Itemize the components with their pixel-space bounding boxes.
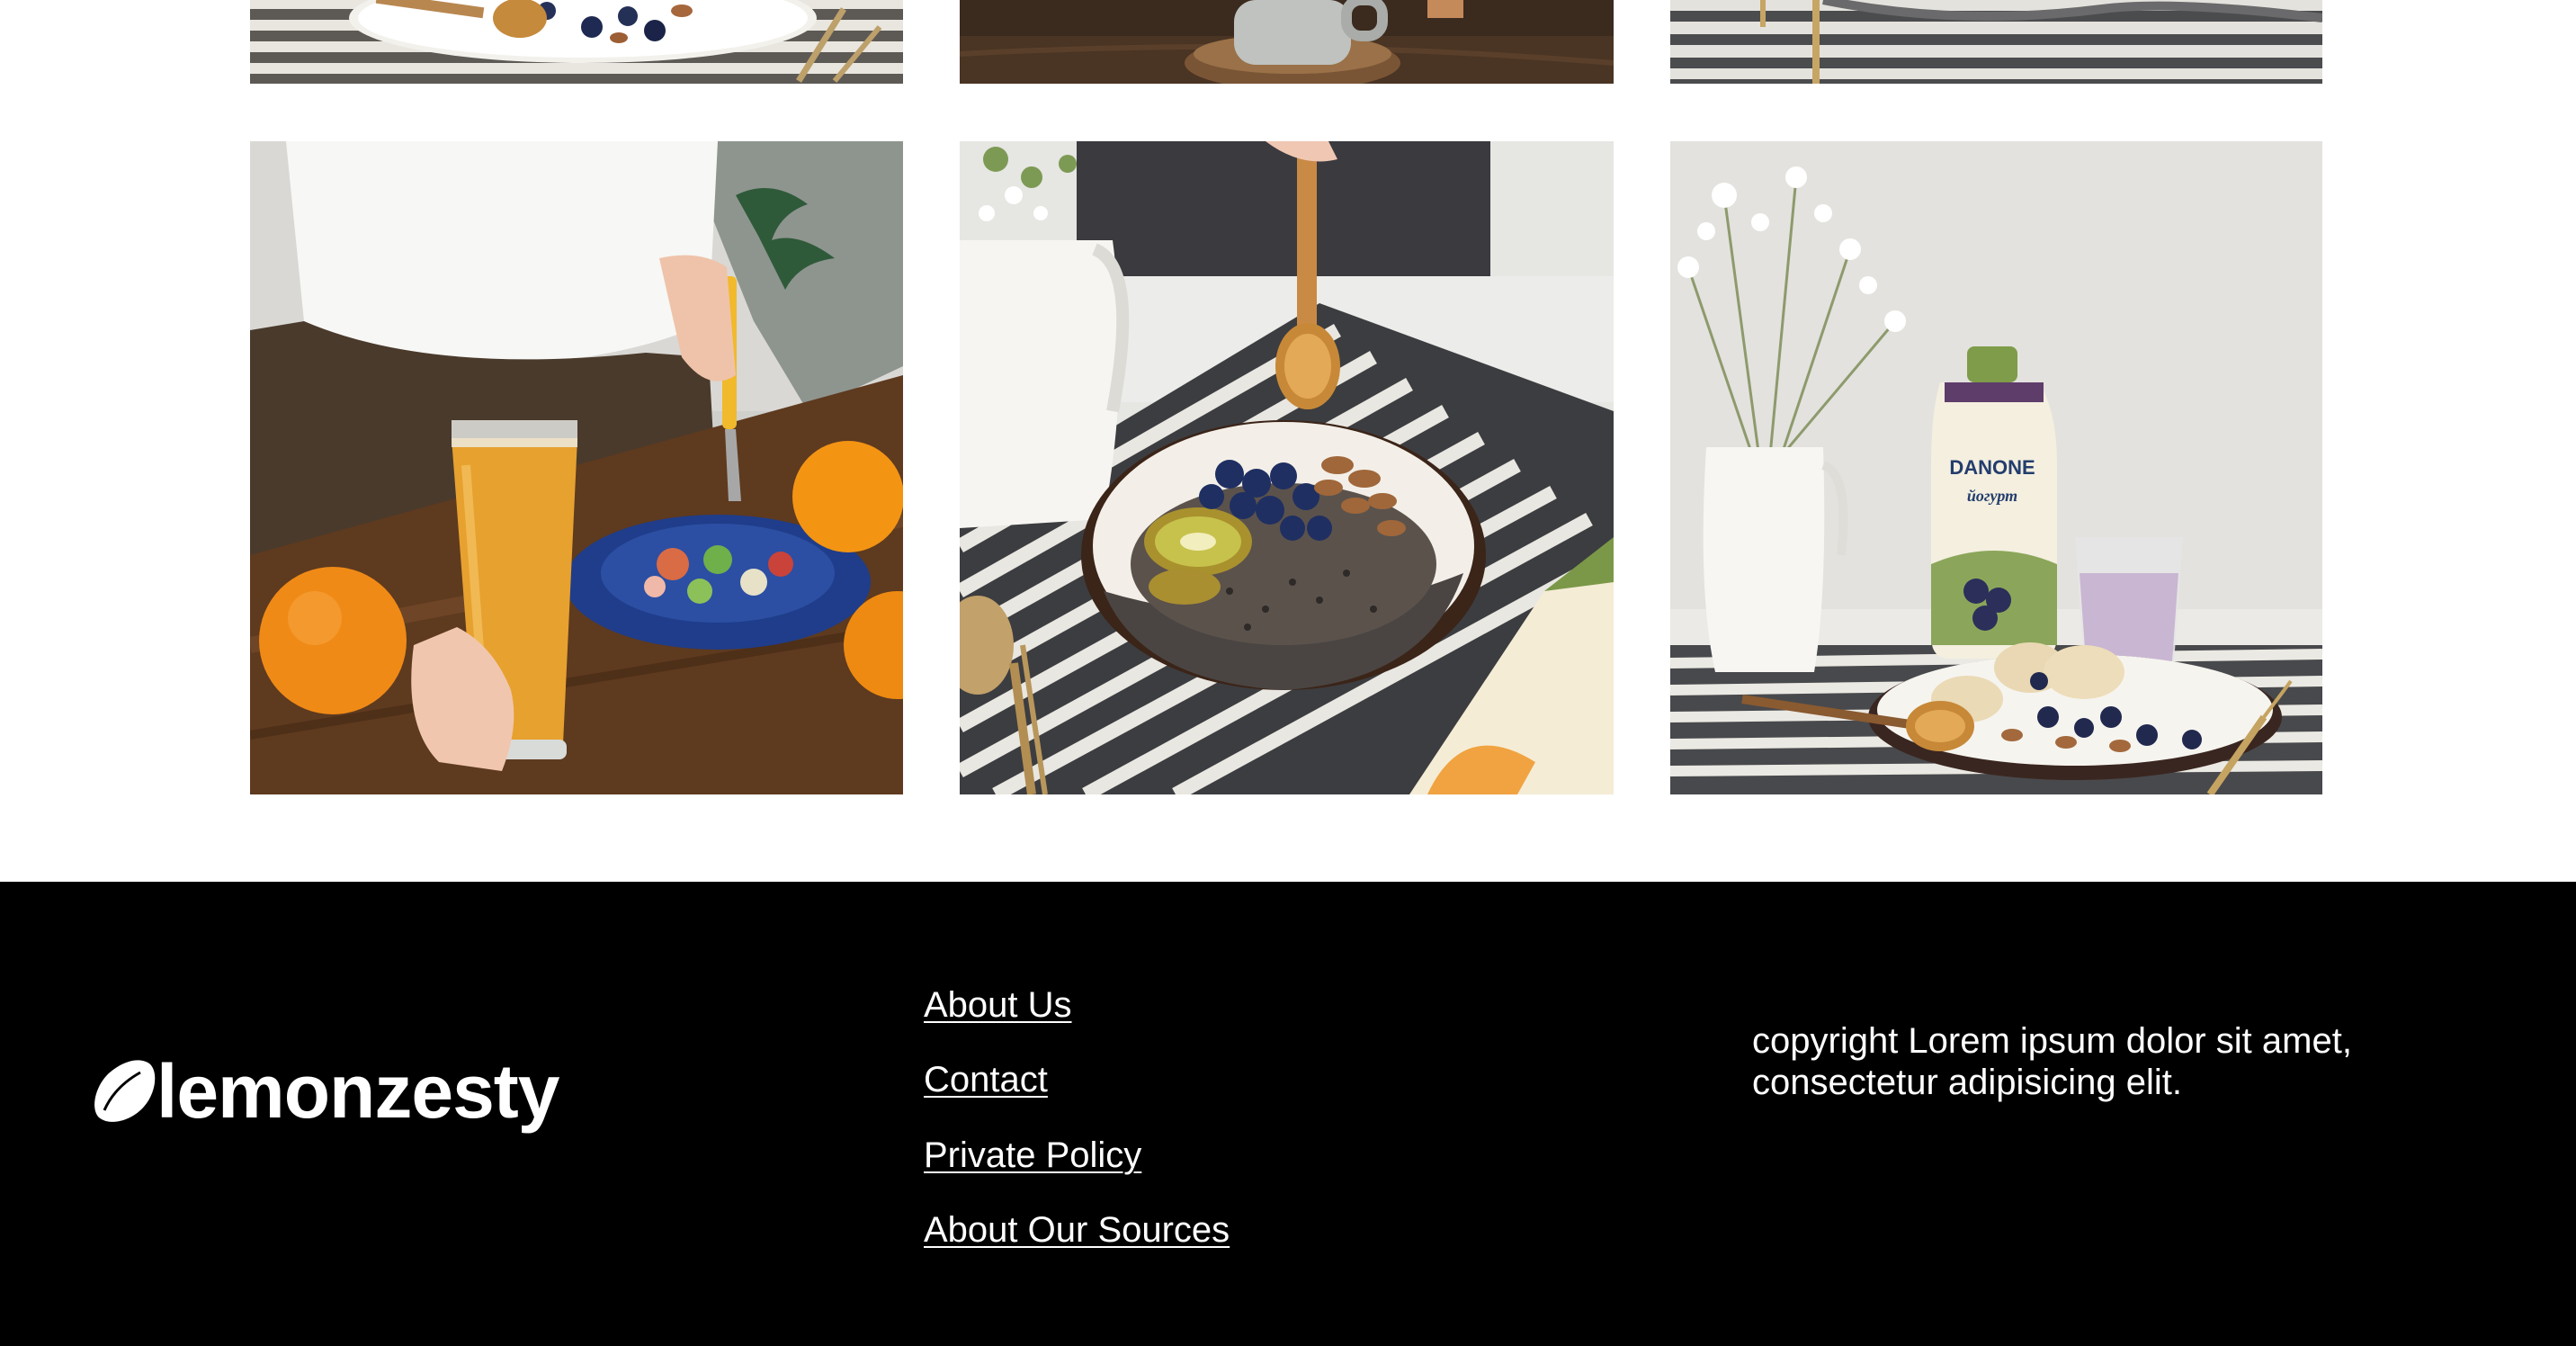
- footer-link-private-policy[interactable]: Private Policy: [924, 1135, 1230, 1176]
- chia-bowl-photo[interactable]: [960, 141, 1614, 794]
- footer-nav: About Us Contact Private Policy About Ou…: [924, 984, 1230, 1251]
- orange-juice-photo[interactable]: [250, 141, 903, 794]
- lemon-icon: [94, 1060, 156, 1122]
- bottle-brand: DANONE: [1949, 456, 2035, 479]
- photo-gallery: DANONE йогурт: [0, 0, 2576, 882]
- footer-link-contact[interactable]: Contact: [924, 1059, 1230, 1100]
- footer-logo[interactable]: lemonzesty: [92, 1051, 559, 1132]
- copyright-text: copyright Lorem ipsum dolor sit amet, co…: [1752, 1021, 2352, 1102]
- striped-cloth-photo[interactable]: [1670, 0, 2322, 84]
- logo-text: lemonzesty: [157, 1049, 559, 1134]
- footer-link-about-our-sources[interactable]: About Our Sources: [924, 1209, 1230, 1251]
- footer-link-about-us[interactable]: About Us: [924, 984, 1230, 1026]
- coffee-mug-photo[interactable]: [960, 0, 1614, 84]
- breakfast-plate-photo[interactable]: [250, 0, 903, 84]
- bottle-subtitle: йогурт: [1967, 487, 2017, 505]
- yogurt-bottle-photo[interactable]: DANONE йогурт: [1670, 141, 2322, 794]
